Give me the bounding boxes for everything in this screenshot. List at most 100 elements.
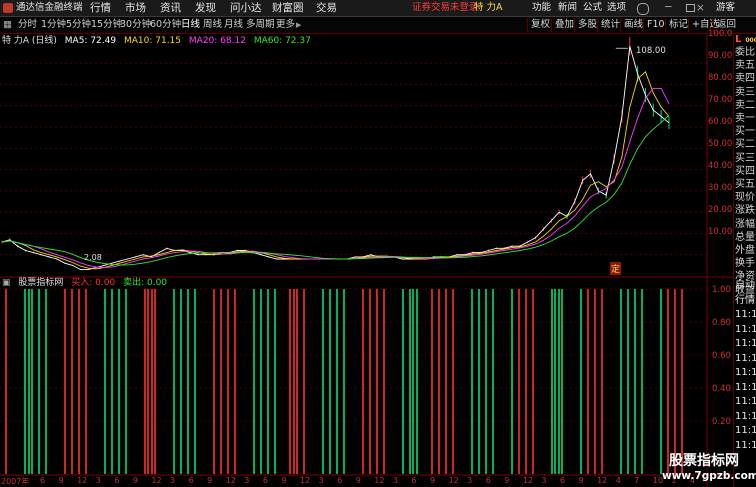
menu-item-new[interactable]: 新闻 xyxy=(558,0,577,16)
sidebar-quote-item: 现价 xyxy=(735,192,755,204)
login-status[interactable]: 证券交易未登录 xyxy=(412,0,479,16)
x-axis-tick: 6 xyxy=(40,476,46,485)
sidebar-quote-item: 卖四 xyxy=(735,73,755,85)
menu-item-options[interactable]: 选项 xyxy=(607,0,626,16)
sidebar-quote-item: 外盘 xyxy=(735,245,755,256)
tab-period-1min[interactable]: 1分钟 xyxy=(41,17,66,33)
tab-period-daily[interactable]: 日线 xyxy=(181,17,200,33)
minimize-icon[interactable]: − xyxy=(664,0,674,15)
price-tick: 50.00 xyxy=(708,139,733,149)
price-tick: 80.00 xyxy=(708,73,733,83)
x-axis-tick: 12 xyxy=(597,476,608,485)
indicator-menu-icon[interactable]: ▣ xyxy=(2,278,11,288)
legend-ma10: MA10: 71.15 xyxy=(123,36,182,46)
tab-period-15min[interactable]: 15分钟 xyxy=(91,17,122,33)
max-price-label: 108.00 xyxy=(636,46,666,56)
menu-item-discover[interactable]: 发现 xyxy=(195,0,216,16)
menu-item-markets[interactable]: 市场 xyxy=(125,0,146,16)
menu-item-function[interactable]: 功能 xyxy=(532,0,551,16)
x-axis-tick: 3 xyxy=(392,476,398,485)
tab-period-30min[interactable]: 30分钟 xyxy=(120,17,151,33)
indicator-tick: 1.00 xyxy=(712,285,731,295)
price-tick: 20.00 xyxy=(708,205,733,215)
x-axis-tick: 12 xyxy=(300,476,311,485)
grid-menu-icon[interactable]: ▦ xyxy=(3,17,13,33)
adjust-button[interactable]: 复权 xyxy=(527,18,553,32)
sidebar-time-item: 11:1 xyxy=(735,425,756,436)
menu-item-news[interactable]: 资讯 xyxy=(160,0,181,16)
menu-item-market[interactable]: 行情 xyxy=(90,0,111,16)
ding-marker: 定 xyxy=(610,262,622,275)
indicator-legend: ▣ 股票指标网 买入: 0.00 卖出: 0.00 xyxy=(2,277,172,289)
close-icon[interactable]: × xyxy=(696,0,706,16)
menu-item-trade[interactable]: 交易 xyxy=(316,0,337,16)
restore-icon[interactable] xyxy=(686,0,696,16)
sidebar-quote-item: 委比 xyxy=(735,47,755,58)
ma60-line xyxy=(1,114,670,266)
watermark: 股票指标网 www.7gpzb.com xyxy=(662,453,756,487)
menu-item-formula[interactable]: 公式 xyxy=(583,0,602,16)
sidebar-auto-item[interactable]: 自动 xyxy=(735,279,756,292)
tab-period-monthly[interactable]: 月线 xyxy=(224,17,243,33)
sidebar-quote-item: 卖三 xyxy=(735,86,755,98)
f10-button[interactable]: F10 xyxy=(643,18,668,32)
sidebar-quote-item: 涨幅 xyxy=(735,218,755,230)
x-axis-tick: 3 xyxy=(244,476,250,485)
tab-period-5min[interactable]: 5分钟 xyxy=(66,17,91,33)
indicator-name[interactable]: 股票指标网 xyxy=(18,278,63,288)
user-icon[interactable] xyxy=(637,3,649,15)
chart-grid xyxy=(0,34,733,487)
sidebar-quote-item: 涨跌 xyxy=(735,205,755,217)
app-name: 通达信金融终端 xyxy=(16,2,83,13)
sidebar-auto-item[interactable]: 行情 xyxy=(735,294,756,307)
sidebar-quote-item: 买三 xyxy=(735,152,755,164)
indicator-bars xyxy=(5,289,683,474)
ma10-line xyxy=(1,71,670,270)
price-tick: 30.00 xyxy=(708,183,733,193)
x-axis-tick: 6 xyxy=(188,476,194,485)
x-axis-tick: 12 xyxy=(225,476,236,485)
sidebar-time-item: 11:1 xyxy=(735,323,756,335)
sidebar-header-left: L xyxy=(735,34,742,45)
x-axis-tick: 4 xyxy=(615,476,621,485)
guest-label[interactable]: 游客 xyxy=(716,0,735,16)
more-chevron-icon[interactable]: ▶ xyxy=(296,17,301,33)
sidebar-time-item: 11:1 xyxy=(735,381,756,393)
indicator-tick: 0.40 xyxy=(712,384,731,394)
sidebar-time-item: 11:1 xyxy=(735,309,756,320)
kline-chart[interactable] xyxy=(0,34,733,487)
tab-period-intraday[interactable]: 分时 xyxy=(18,17,37,33)
quote-sidebar: L 000 委比 卖五 卖四 卖三 卖二 卖一 买一 买二 买三 买四 买五 现价 涨跌 涨幅 总量 外盘 换手净… xyxy=(733,34,756,487)
sidebar-time-item: 11:1 xyxy=(735,410,756,422)
tab-period-more[interactable]: 更多 xyxy=(276,17,295,33)
min-price-label: 2.08 xyxy=(84,253,102,262)
price-tick: 100.0 xyxy=(708,29,733,39)
x-axis-tick: 12 xyxy=(448,476,459,485)
indicator-sell-value: 卖出: 0.00 xyxy=(123,278,168,288)
sidebar-quote-item: 换手 xyxy=(735,258,755,270)
x-axis-tick: 12 xyxy=(374,476,385,485)
x-axis-tick: 6 xyxy=(262,476,268,485)
period-toolbar: ▦ 分时 1分钟 5分钟 15分钟 30分钟 60分钟 日线 周线 月线 多周期… xyxy=(0,17,756,34)
stock-name-title: 特 力A xyxy=(474,2,503,13)
legend-ma60: MA60: 72.37 xyxy=(253,36,311,46)
tab-period-weekly[interactable]: 周线 xyxy=(203,17,222,33)
tab-period-60min[interactable]: 60分钟 xyxy=(150,17,181,33)
indicator-tick: 0.60 xyxy=(712,351,731,361)
x-axis-tick: 12 xyxy=(77,476,88,485)
price-tick: 40.00 xyxy=(708,161,733,171)
menu-item-wealth[interactable]: 财富圈 xyxy=(272,0,304,16)
sidebar-quote-item: 买一 xyxy=(735,126,755,138)
sidebar-time-item: 11:1 xyxy=(735,338,756,349)
tab-period-multi[interactable]: 多周期 xyxy=(246,17,275,33)
sidebar-header-value: 000 xyxy=(745,37,756,44)
menu-item-ask[interactable]: 问小达 xyxy=(230,0,262,16)
x-axis-tick: 3 xyxy=(95,476,101,485)
x-axis-tick: 12 xyxy=(522,476,534,485)
x-axis-tick: 9 xyxy=(430,476,436,485)
moving-average-lines xyxy=(1,46,670,271)
x-axis-tick: 6 xyxy=(560,476,566,485)
indicator-buy-value: 买入: 0.00 xyxy=(71,278,116,288)
price-tick: 60.00 xyxy=(708,117,733,127)
x-axis-tick: 9 xyxy=(355,476,361,485)
